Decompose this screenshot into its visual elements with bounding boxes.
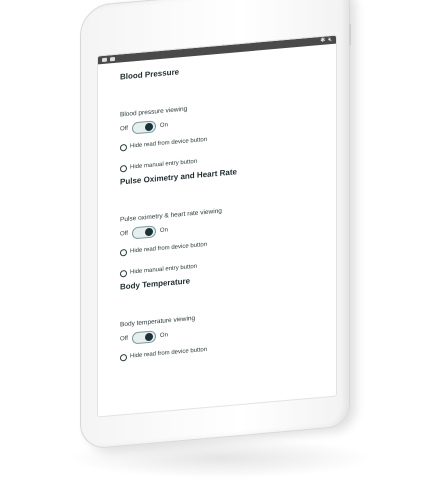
toggle-off-label: Off — [120, 335, 128, 343]
switch-knob — [144, 332, 153, 342]
radio-button[interactable] — [120, 248, 127, 257]
toggle-on-label: On — [159, 332, 168, 340]
body-temperature-viewing-switch[interactable] — [131, 330, 156, 345]
app-icon — [102, 57, 107, 63]
radio-button[interactable] — [120, 143, 127, 152]
device-side-button — [349, 23, 351, 46]
radio-button[interactable] — [120, 269, 127, 278]
section-blood-pressure: Blood Pressure Blood pressure viewing Of… — [120, 54, 336, 174]
toggle-on-label: On — [159, 227, 168, 235]
stage: ✱ 🔇︎ Blood Pressure Blood pressure viewi… — [0, 0, 439, 497]
option-label: Hide manual entry button — [130, 158, 198, 171]
option-label: Hide read from device button — [130, 346, 208, 360]
mute-icon: 🔇︎ — [328, 36, 332, 44]
option-label: Hide manual entry button — [130, 263, 198, 276]
bluetooth-icon: ✱ — [320, 37, 326, 44]
section-pulse-oximetry: Pulse Oximetry and Heart Rate Pulse oxim… — [120, 159, 336, 279]
blood-pressure-viewing-switch[interactable] — [131, 120, 156, 135]
tablet-device: ✱ 🔇︎ Blood Pressure Blood pressure viewi… — [80, 0, 351, 451]
pulse-oximetry-viewing-switch[interactable] — [131, 225, 156, 240]
switch-knob — [144, 122, 153, 132]
radio-button[interactable] — [120, 353, 127, 362]
toggle-off-label: Off — [120, 230, 128, 238]
radio-button[interactable] — [120, 164, 127, 173]
device-screen: ✱ 🔇︎ Blood Pressure Blood pressure viewi… — [97, 34, 337, 418]
settings-content: Blood Pressure Blood pressure viewing Of… — [98, 44, 336, 365]
option-label: Hide read from device button — [130, 241, 208, 255]
switch-knob — [144, 227, 153, 237]
toggle-on-label: On — [159, 122, 168, 130]
section-body-temperature: Body Temperature Body temperature viewin… — [120, 264, 336, 363]
notification-icon — [110, 56, 115, 62]
option-label: Hide read from device button — [130, 136, 208, 150]
toggle-off-label: Off — [120, 125, 128, 133]
